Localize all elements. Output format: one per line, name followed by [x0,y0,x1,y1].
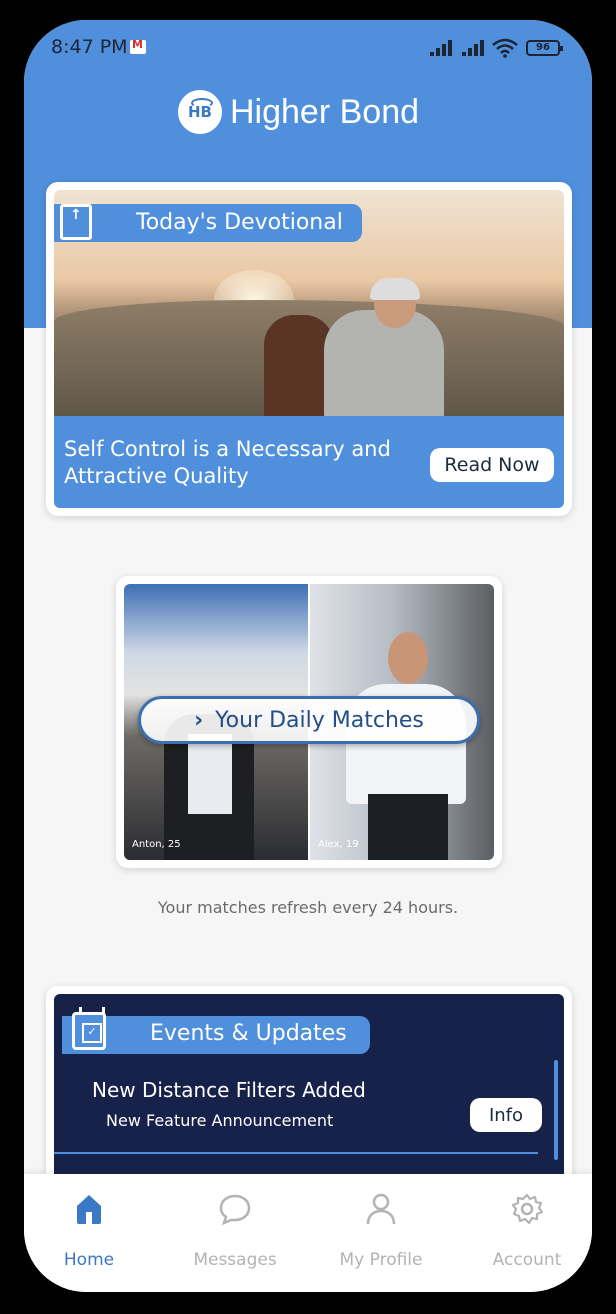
event-title: New Distance Filters Added [92,1078,366,1102]
devotional-tab: Today's Devotional [54,204,362,242]
devotional-footer: Self Control is a Necessary and Attracti… [54,416,564,508]
nav-item-home[interactable]: Home [24,1192,154,1270]
home-icon [77,1195,101,1224]
devotional-tab-label: Today's Devotional [136,210,343,235]
signal-icon [462,40,486,56]
match-caption: Alex, 19 [318,839,359,850]
chat-bubble-icon [219,1194,251,1226]
event-divider [54,1152,538,1154]
nav-label-messages: Messages [193,1250,277,1270]
bottom-nav: Home Messages My Profile Account [24,1174,592,1292]
daily-matches-button[interactable]: › Your Daily Matches [138,696,480,744]
nav-label-home: Home [63,1250,115,1270]
info-button[interactable]: Info [470,1098,542,1132]
phone-screen: 8:47 PM 96 HB Higher Bond To [24,20,592,1292]
status-time: 8:47 PM [51,36,128,58]
logo-badge: HB [178,90,222,134]
daily-matches-label: Your Daily Matches [215,707,424,733]
book-icon [60,204,92,240]
refresh-note: Your matches refresh every 24 hours. [157,898,459,917]
match-caption: Anton, 25 [132,839,181,850]
app-name: Higher Bond [230,92,420,131]
events-tab: Events & Updates [62,1016,370,1054]
events-scrollbar[interactable] [554,1060,558,1160]
status-bar: 8:47 PM 96 [24,34,592,64]
devotional-title: Self Control is a Necessary and Attracti… [64,437,391,488]
wifi-icon [492,38,518,58]
signal-icon [430,40,454,56]
nav-item-account[interactable]: Account [462,1192,592,1270]
nav-item-messages[interactable]: Messages [170,1192,300,1270]
calendar-icon [72,1007,106,1050]
nav-label-my-profile: My Profile [339,1250,423,1270]
nav-item-my-profile[interactable]: My Profile [316,1192,446,1270]
person-icon [366,1193,396,1225]
events-tab-label: Events & Updates [150,1021,347,1046]
gmail-icon [130,38,146,54]
devotional-card[interactable]: Today's Devotional Self Control is a Nec… [46,182,572,516]
app-logo: HB Higher Bond [178,88,419,136]
battery-icon: 96 [526,40,563,56]
event-subtitle: New Feature Announcement [106,1111,334,1130]
nav-label-account: Account [492,1250,562,1270]
chevron-right-icon: › [194,707,204,733]
read-now-button[interactable]: Read Now [430,448,554,482]
gear-icon [511,1193,544,1225]
